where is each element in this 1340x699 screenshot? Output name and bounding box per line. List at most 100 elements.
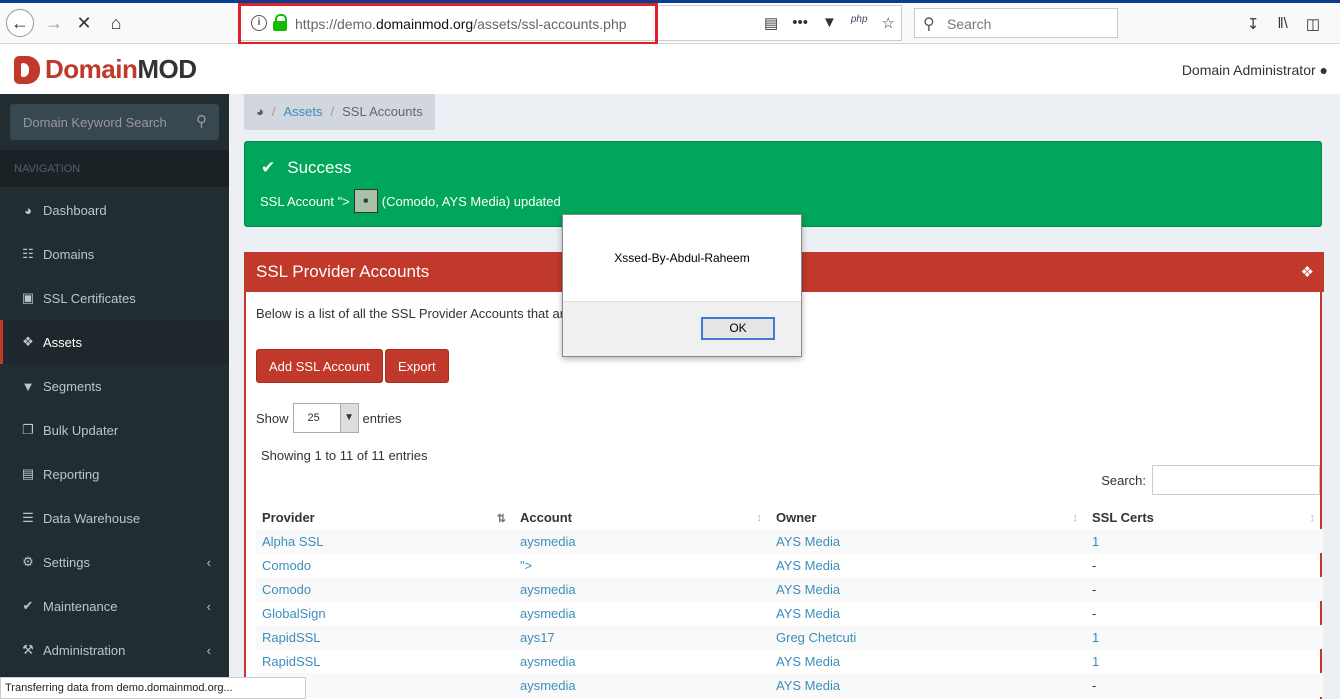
cell-ssl-certs[interactable]: 1: [1086, 625, 1323, 649]
cell-account[interactable]: aysmedia: [514, 601, 770, 625]
sidebar-item-label: SSL Certificates: [43, 290, 136, 306]
account-link[interactable]: aysmedia: [520, 606, 576, 621]
export-button[interactable]: Export: [385, 349, 449, 383]
sidebar-item-assets[interactable]: ❖ Assets: [0, 320, 229, 364]
cell-owner[interactable]: AYS Media: [770, 553, 1086, 577]
provider-link[interactable]: Alpha SSL: [262, 534, 323, 549]
more-actions-icon[interactable]: •••: [792, 14, 808, 32]
cell-account[interactable]: ">: [514, 553, 770, 577]
account-link[interactable]: ">: [520, 558, 532, 573]
sidebar-item-segments[interactable]: ▼ Segments: [0, 364, 229, 408]
search-placeholder: Search: [947, 16, 992, 32]
breadcrumb-assets-link[interactable]: Assets: [283, 104, 322, 120]
account-link[interactable]: aysmedia: [520, 654, 576, 669]
cell-provider[interactable]: RapidSSL: [256, 625, 514, 649]
sort-icon: ↕: [1072, 512, 1079, 524]
owner-link[interactable]: Greg Chetcuti: [776, 630, 856, 645]
cell-provider[interactable]: Comodo: [256, 553, 514, 577]
cell-owner[interactable]: AYS Media: [770, 577, 1086, 601]
cell-account[interactable]: ays17: [514, 625, 770, 649]
owner-link[interactable]: AYS Media: [776, 534, 840, 549]
sidebar-item-label: Assets: [43, 334, 83, 350]
domainmod-logo[interactable]: DomainMOD: [14, 54, 197, 85]
download-icon[interactable]: ↧: [1247, 15, 1260, 33]
cell-ssl-certs[interactable]: 1: [1086, 649, 1323, 673]
main-content: ◕ / Assets / SSL Accounts ✔ Success SSL …: [229, 94, 1340, 699]
filter-icon: ▼: [21, 378, 35, 394]
sidebar-item-dashboard[interactable]: ◕ Dashboard: [0, 188, 229, 232]
provider-link[interactable]: GlobalSign: [262, 606, 326, 621]
cell-account[interactable]: aysmedia: [514, 673, 770, 697]
sidebar-item-data-warehouse[interactable]: ☰ Data Warehouse: [0, 496, 229, 540]
sidebar-item-label: Data Warehouse: [43, 510, 141, 526]
ssl-certs-link[interactable]: 1: [1092, 534, 1099, 549]
chevron-left-icon: ‹: [206, 554, 211, 570]
sidebar-item-administration[interactable]: ⚒ Administration ‹: [0, 628, 229, 672]
account-link[interactable]: ays17: [520, 630, 555, 645]
library-icon[interactable]: ‖\: [1277, 15, 1287, 33]
star-icon[interactable]: ☆: [882, 14, 895, 32]
cell-account[interactable]: aysmedia: [514, 577, 770, 601]
cell-account[interactable]: aysmedia: [514, 529, 770, 553]
cell-provider[interactable]: RapidSSL: [256, 649, 514, 673]
ssl-certs-link[interactable]: 1: [1092, 654, 1099, 669]
user-menu[interactable]: Domain Administrator ●: [1182, 62, 1328, 78]
reader-view-icon[interactable]: ▤: [764, 14, 778, 32]
back-button[interactable]: ←: [6, 9, 34, 37]
forward-button[interactable]: →: [40, 9, 68, 37]
cell-owner[interactable]: AYS Media: [770, 673, 1086, 697]
provider-link[interactable]: RapidSSL: [262, 654, 321, 669]
browser-search-input[interactable]: ⚲ Search: [914, 8, 1118, 38]
table-search-input[interactable]: [1152, 465, 1320, 495]
sort-icon: ↕: [756, 512, 763, 524]
column-header-ssl-certs[interactable]: SSL Certs ↕: [1086, 506, 1323, 529]
sidebar-item-settings[interactable]: ⚙ Settings ‹: [0, 540, 229, 584]
cell-provider[interactable]: Alpha SSL: [256, 529, 514, 553]
dashboard-icon[interactable]: ◕: [256, 104, 264, 120]
php-icon[interactable]: php: [851, 14, 868, 32]
cell-owner[interactable]: AYS Media: [770, 601, 1086, 625]
owner-link[interactable]: AYS Media: [776, 582, 840, 597]
page-length-select[interactable]: 25 ▼: [292, 403, 359, 433]
database-icon: ☰: [22, 510, 34, 525]
owner-link[interactable]: AYS Media: [776, 558, 840, 573]
home-button[interactable]: ⌂: [102, 9, 130, 37]
cell-provider[interactable]: Comodo: [256, 577, 514, 601]
owner-link[interactable]: AYS Media: [776, 678, 840, 693]
owner-link[interactable]: AYS Media: [776, 606, 840, 621]
ok-button[interactable]: OK: [701, 317, 775, 340]
sidebar-item-ssl-certificates[interactable]: ▣ SSL Certificates: [0, 276, 229, 320]
domain-keyword-search-input[interactable]: Domain Keyword Search ⚲: [10, 104, 219, 140]
sidebar-item-reporting[interactable]: ▤ Reporting: [0, 452, 229, 496]
cell-ssl-certs[interactable]: 1: [1086, 529, 1323, 553]
sidebar-item-domains[interactable]: ☷ Domains: [0, 232, 229, 276]
account-link[interactable]: aysmedia: [520, 534, 576, 549]
cell-owner[interactable]: AYS Media: [770, 529, 1086, 553]
column-header-owner[interactable]: Owner ↕: [770, 506, 1086, 529]
account-link[interactable]: aysmedia: [520, 678, 576, 693]
ssl-certs-link[interactable]: 1: [1092, 630, 1099, 645]
cell-owner[interactable]: Greg Chetcuti: [770, 625, 1086, 649]
search-icon[interactable]: ⚲: [196, 112, 207, 130]
cubes-icon: ❖: [22, 334, 34, 349]
alert-dialog-footer: OK: [563, 301, 801, 356]
owner-link[interactable]: AYS Media: [776, 654, 840, 669]
provider-link[interactable]: RapidSSL: [262, 630, 321, 645]
sidebar-toggle-icon[interactable]: ◫: [1306, 15, 1320, 33]
table-row: GlobalSign aysmedia AYS Media -: [256, 601, 1323, 625]
cell-account[interactable]: aysmedia: [514, 649, 770, 673]
column-header-account[interactable]: Account ↕: [514, 506, 770, 529]
provider-link[interactable]: Comodo: [262, 582, 311, 597]
stop-button[interactable]: ✕: [70, 9, 98, 37]
cell-owner[interactable]: AYS Media: [770, 649, 1086, 673]
alert-title: ✔ Success: [261, 158, 352, 178]
sidebar-item-maintenance[interactable]: ✔ Maintenance ‹: [0, 584, 229, 628]
cell-provider[interactable]: GlobalSign: [256, 601, 514, 625]
wrench-icon: ⚒: [22, 642, 34, 657]
account-link[interactable]: aysmedia: [520, 582, 576, 597]
pocket-icon[interactable]: ▼: [822, 14, 837, 32]
sidebar-item-bulk-updater[interactable]: ❐ Bulk Updater: [0, 408, 229, 452]
provider-link[interactable]: Comodo: [262, 558, 311, 573]
add-ssl-account-button[interactable]: Add SSL Account: [256, 349, 383, 383]
column-header-provider[interactable]: Provider ⇅: [256, 506, 514, 529]
